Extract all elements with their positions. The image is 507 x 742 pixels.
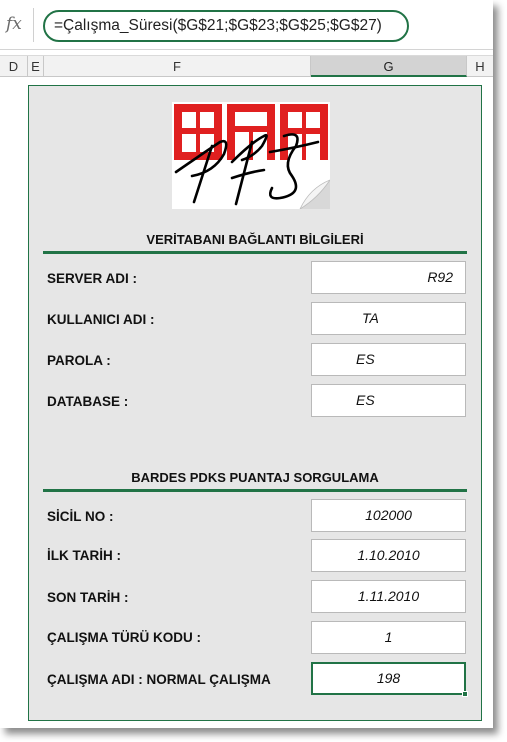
end-date-label: SON TARİH :: [47, 590, 129, 605]
registry-no-value: 102000: [365, 507, 412, 523]
connection-section-divider: [43, 251, 467, 254]
username-value: TA: [362, 310, 379, 326]
column-header-e[interactable]: E: [28, 56, 44, 77]
column-header-g[interactable]: G: [311, 56, 467, 77]
logo-graphic: [174, 104, 330, 209]
username-label: KULLANICI ADI :: [47, 312, 155, 327]
query-section-divider: [43, 489, 467, 492]
database-cell[interactable]: ES: [311, 384, 466, 417]
start-date-label: İLK TARİH :: [47, 548, 121, 563]
work-type-code-label: ÇALIŞMA TÜRÜ KODU :: [47, 630, 201, 645]
bardes-pfs-logo: [172, 102, 330, 209]
end-date-value: 1.11.2010: [357, 588, 420, 604]
work-duration-value: 198: [376, 670, 401, 686]
formula-input[interactable]: =Çalışma_Süresi($G$21;$G$23;$G$25;$G$27): [43, 10, 409, 42]
column-header-d[interactable]: D: [0, 56, 28, 77]
worksheet-area: VERİTABANI BAĞLANTI BİLGİLERİ SERVER ADI…: [0, 77, 493, 728]
work-type-code-value: 1: [384, 629, 393, 645]
start-date-cell[interactable]: 1.10.2010: [311, 539, 466, 572]
start-date-value: 1.10.2010: [357, 547, 420, 563]
fx-icon[interactable]: fx: [6, 14, 22, 34]
work-name-label: ÇALIŞMA ADI : NORMAL ÇALIŞMA: [47, 672, 271, 687]
database-label: DATABASE :: [47, 394, 129, 409]
formula-bar-divider: [33, 8, 34, 42]
server-name-cell[interactable]: R92: [311, 261, 466, 294]
password-cell[interactable]: ES: [311, 343, 466, 376]
query-section-title: BARDES PDKS PUANTAJ SORGULAMA: [131, 470, 379, 485]
registry-no-cell[interactable]: 102000: [311, 499, 466, 532]
column-header-h[interactable]: H: [467, 56, 493, 77]
database-value: ES: [356, 392, 375, 408]
fill-handle[interactable]: [462, 691, 468, 697]
column-header-f[interactable]: F: [44, 56, 311, 77]
password-value: ES: [356, 351, 375, 367]
registry-no-label: SİCİL NO :: [47, 509, 114, 524]
work-duration-cell[interactable]: 198: [311, 662, 468, 697]
username-cell[interactable]: TA: [311, 302, 466, 335]
password-label: PAROLA :: [47, 353, 111, 368]
end-date-cell[interactable]: 1.11.2010: [311, 580, 466, 613]
server-name-label: SERVER ADI :: [47, 271, 138, 286]
server-name-value: R92: [427, 269, 453, 285]
connection-section-title: VERİTABANI BAĞLANTI BİLGİLERİ: [146, 232, 364, 247]
column-header-row: D E F G H: [0, 55, 493, 77]
formula-bar: fx =Çalışma_Süresi($G$21;$G$23;$G$25;$G$…: [0, 0, 493, 50]
screenshot-frame: fx =Çalışma_Süresi($G$21;$G$23;$G$25;$G$…: [0, 0, 493, 728]
work-type-code-cell[interactable]: 1: [311, 621, 466, 654]
